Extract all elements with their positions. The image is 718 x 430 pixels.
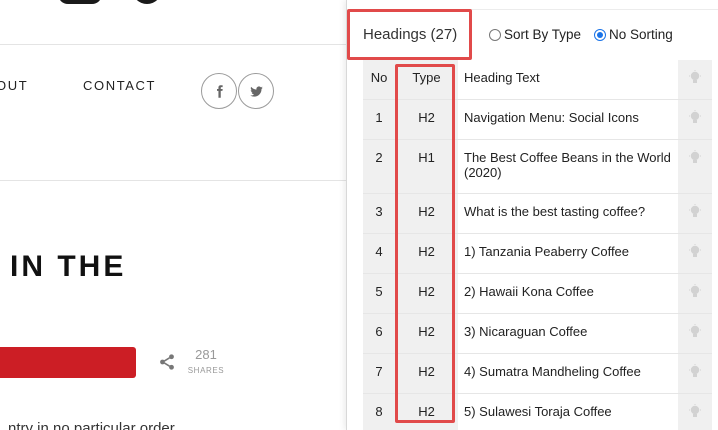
row-type: H2: [395, 99, 458, 139]
share-icon[interactable]: [158, 353, 176, 371]
lightbulb-icon[interactable]: [688, 243, 702, 260]
row-action[interactable]: [678, 273, 712, 313]
share-button[interactable]: [0, 347, 136, 378]
row-action[interactable]: [678, 353, 712, 393]
lightbulb-icon[interactable]: [688, 283, 702, 300]
sort-by-type-label: Sort By Type: [504, 27, 582, 42]
row-type: H2: [395, 313, 458, 353]
table-row[interactable]: 7 H2 4) Sumatra Mandheling Coffee: [363, 353, 712, 393]
row-number: 5: [363, 273, 395, 313]
panel-divider: [363, 9, 718, 10]
column-header-heading-text[interactable]: Heading Text: [458, 60, 678, 99]
headings-panel: Headings (27) Sort By Type No Sorting No…: [346, 0, 718, 430]
table-header-row: No Type Heading Text: [363, 60, 712, 99]
headings-tab[interactable]: Headings (27): [363, 26, 457, 43]
table-row[interactable]: 8 H2 5) Sulawesi Toraja Coffee: [363, 393, 712, 430]
share-label: SHARES: [187, 366, 225, 375]
no-sorting-radio[interactable]: [594, 28, 606, 41]
table-row[interactable]: 2 H1 The Best Coffee Beans in the World …: [363, 139, 712, 193]
column-header-type[interactable]: Type: [395, 60, 458, 99]
no-sorting-label: No Sorting: [609, 27, 673, 42]
logo-fragment: [58, 0, 102, 4]
row-type: H1: [395, 139, 458, 193]
row-heading-text[interactable]: 5) Sulawesi Toraja Coffee: [458, 393, 678, 430]
post-title: IN THE: [10, 250, 127, 283]
lightbulb-icon: [689, 70, 701, 83]
row-number: 4: [363, 233, 395, 273]
row-heading-text[interactable]: 3) Nicaraguan Coffee: [458, 313, 678, 353]
row-action[interactable]: [678, 313, 712, 353]
share-count: 281: [195, 347, 217, 362]
row-action[interactable]: [678, 393, 712, 430]
column-header-action: [678, 60, 712, 99]
lightbulb-icon[interactable]: [688, 403, 702, 420]
sort-by-type-radio[interactable]: [489, 28, 501, 41]
row-number: 3: [363, 193, 395, 233]
table-row[interactable]: 1 H2 Navigation Menu: Social Icons: [363, 99, 712, 139]
column-header-no[interactable]: No: [363, 60, 395, 99]
row-number: 8: [363, 393, 395, 430]
nav-contact-link[interactable]: CONTACT: [83, 78, 156, 93]
lightbulb-icon[interactable]: [688, 203, 702, 220]
table-row[interactable]: 5 H2 2) Hawaii Kona Coffee: [363, 273, 712, 313]
table-row[interactable]: 3 H2 What is the best tasting coffee?: [363, 193, 712, 233]
twitter-icon[interactable]: [238, 73, 274, 109]
website-background: OUT CONTACT IN THE 281 SHARES ntry in no…: [0, 0, 346, 430]
row-heading-text[interactable]: 4) Sumatra Mandheling Coffee: [458, 353, 678, 393]
row-number: 2: [363, 139, 395, 193]
row-action[interactable]: [678, 139, 712, 193]
row-type: H2: [395, 193, 458, 233]
lightbulb-icon[interactable]: [688, 109, 702, 126]
lightbulb-icon[interactable]: [688, 323, 702, 340]
table-row[interactable]: 4 H2 1) Tanzania Peaberry Coffee: [363, 233, 712, 273]
row-heading-text[interactable]: 1) Tanzania Peaberry Coffee: [458, 233, 678, 273]
row-type: H2: [395, 273, 458, 313]
row-heading-text[interactable]: What is the best tasting coffee?: [458, 193, 678, 233]
row-action[interactable]: [678, 99, 712, 139]
lightbulb-icon[interactable]: [688, 363, 702, 380]
row-heading-text[interactable]: Navigation Menu: Social Icons: [458, 99, 678, 139]
table-row[interactable]: 6 H2 3) Nicaraguan Coffee: [363, 313, 712, 353]
row-number: 6: [363, 313, 395, 353]
article-text: ntry in no particular order: [8, 420, 175, 430]
row-type: H2: [395, 353, 458, 393]
row-type: H2: [395, 233, 458, 273]
sort-by-type-option[interactable]: Sort By Type: [489, 27, 581, 42]
row-number: 7: [363, 353, 395, 393]
header-divider: [0, 44, 346, 45]
facebook-icon[interactable]: [201, 73, 237, 109]
row-action[interactable]: [678, 233, 712, 273]
headings-table: No Type Heading Text 1 H2 Navigation Men…: [363, 60, 712, 430]
row-heading-text[interactable]: The Best Coffee Beans in the World (2020…: [458, 139, 678, 193]
no-sorting-option[interactable]: No Sorting: [594, 27, 673, 42]
row-action[interactable]: [678, 193, 712, 233]
logo-fragment: [132, 0, 162, 4]
row-heading-text[interactable]: 2) Hawaii Kona Coffee: [458, 273, 678, 313]
lightbulb-icon[interactable]: [688, 149, 702, 166]
row-type: H2: [395, 393, 458, 430]
nav-divider: [0, 180, 346, 181]
row-number: 1: [363, 99, 395, 139]
nav-about-link[interactable]: OUT: [0, 78, 28, 93]
